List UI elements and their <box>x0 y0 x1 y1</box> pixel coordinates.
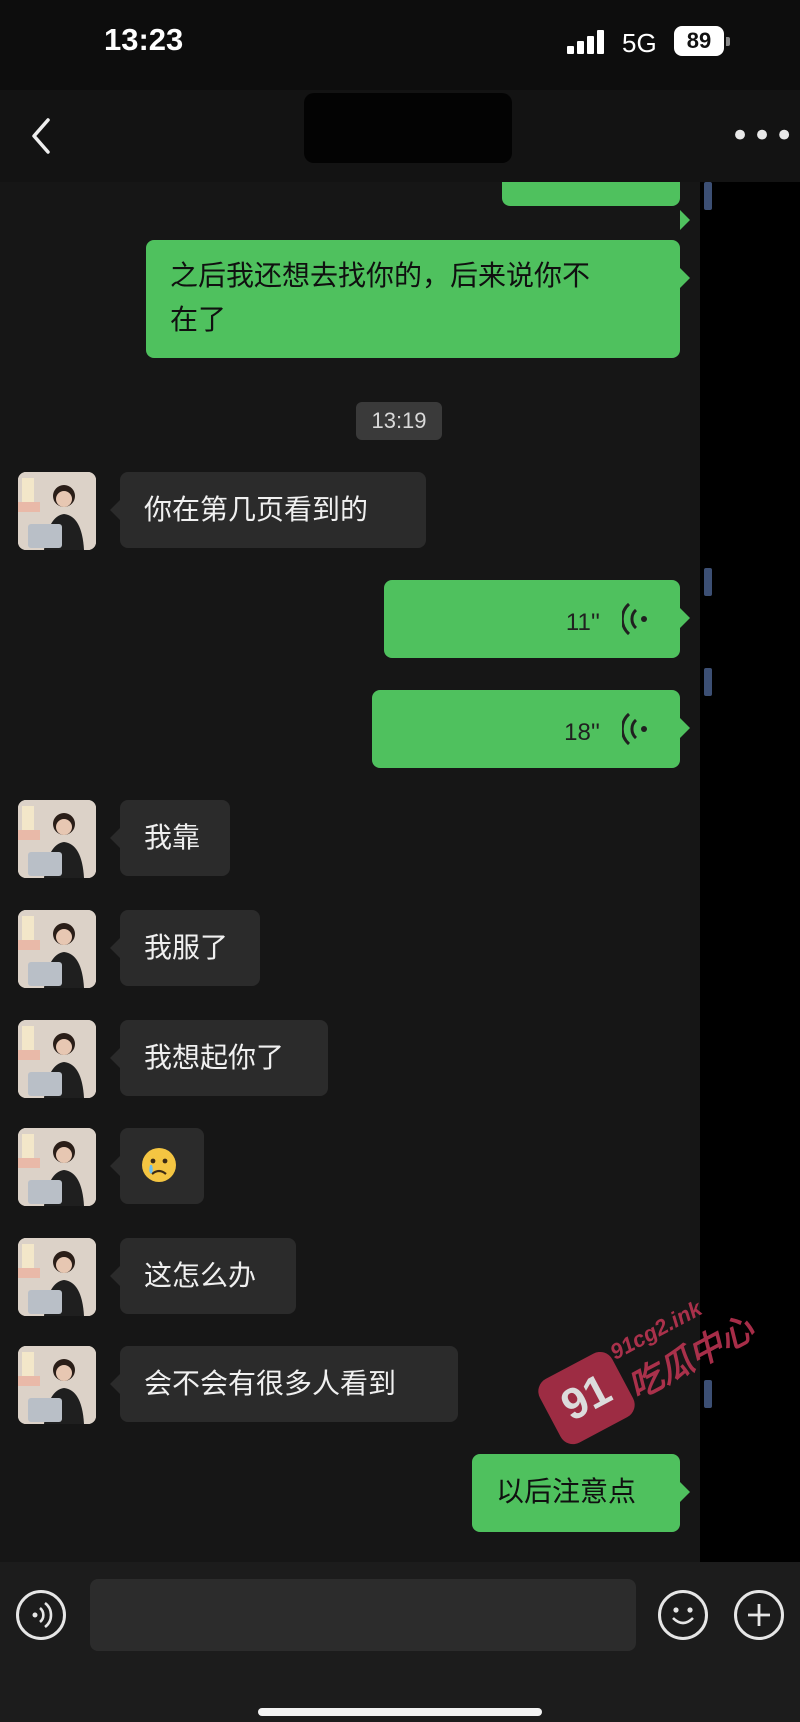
message-text: 这怎么办 <box>144 1259 257 1292</box>
message-bubble-in[interactable] <box>110 1128 204 1204</box>
timestamp: 13:19 <box>356 402 442 440</box>
avatar[interactable] <box>18 1238 96 1316</box>
voice-duration: 11'' <box>565 609 600 636</box>
message-bubble-in[interactable]: 你在第几页看到的 <box>110 472 426 548</box>
message-text: 我服了 <box>144 931 229 964</box>
status-bar: 13:23 5G 89 <box>0 0 800 90</box>
message-bubble-in[interactable]: 我想起你了 <box>110 1020 328 1096</box>
message-text: 之后我还想去找你的，后来说你不 在了 <box>170 259 591 336</box>
message-text: 你在第几页看到的 <box>144 493 369 526</box>
emoji-icon[interactable] <box>658 1590 708 1640</box>
avatar[interactable] <box>18 1128 96 1206</box>
avatar-photo-icon <box>18 910 96 988</box>
chevron-left-icon[interactable] <box>22 112 62 160</box>
voice-duration: 18'' <box>564 719 600 746</box>
home-indicator[interactable] <box>258 1708 542 1716</box>
battery-icon: 89 <box>674 26 724 56</box>
input-bar <box>0 1562 800 1722</box>
voice-wave-icon <box>622 712 647 746</box>
avatar[interactable] <box>18 910 96 988</box>
avatar-photo-icon <box>18 1020 96 1098</box>
voice-icon[interactable] <box>16 1590 66 1640</box>
add-icon[interactable] <box>734 1590 784 1640</box>
avatar-photo-icon <box>18 472 96 550</box>
battery-nub <box>726 37 730 46</box>
crying-face-emoji-icon <box>142 1148 176 1182</box>
signal-icon <box>567 30 607 54</box>
message-bubble-out[interactable]: 之后我还想去找你的，后来说你不 在了 <box>146 240 690 358</box>
avatar[interactable] <box>18 1020 96 1098</box>
message-input[interactable] <box>90 1579 636 1651</box>
message-text: 会不会有很多人看到 <box>144 1367 397 1400</box>
avatar-photo-icon <box>18 1238 96 1316</box>
chat-header: ••• <box>0 90 800 182</box>
avatar-photo-icon <box>18 1346 96 1424</box>
avatar-photo-icon <box>18 800 96 878</box>
more-dots-icon[interactable]: ••• <box>730 116 796 156</box>
status-time: 13:23 <box>104 22 184 57</box>
contact-name-redacted <box>304 93 512 163</box>
message-bubble-in[interactable]: 这怎么办 <box>110 1238 296 1314</box>
avatar[interactable] <box>18 800 96 878</box>
voice-wave-icon <box>622 602 647 636</box>
avatar-photo-icon <box>18 1128 96 1206</box>
message-bubble-out[interactable] <box>502 182 690 230</box>
voice-message[interactable]: 11'' <box>384 580 690 658</box>
message-bubble-in[interactable]: 会不会有很多人看到 <box>110 1346 458 1422</box>
avatar[interactable] <box>18 1346 96 1424</box>
voice-message[interactable]: 18'' <box>372 690 690 768</box>
message-bubble-in[interactable]: 我服了 <box>110 910 260 986</box>
message-text: 我想起你了 <box>144 1041 285 1074</box>
message-text: 我靠 <box>144 821 201 854</box>
network-type: 5G <box>622 28 657 58</box>
message-bubble-in[interactable]: 我靠 <box>110 800 230 876</box>
avatar[interactable] <box>18 472 96 550</box>
